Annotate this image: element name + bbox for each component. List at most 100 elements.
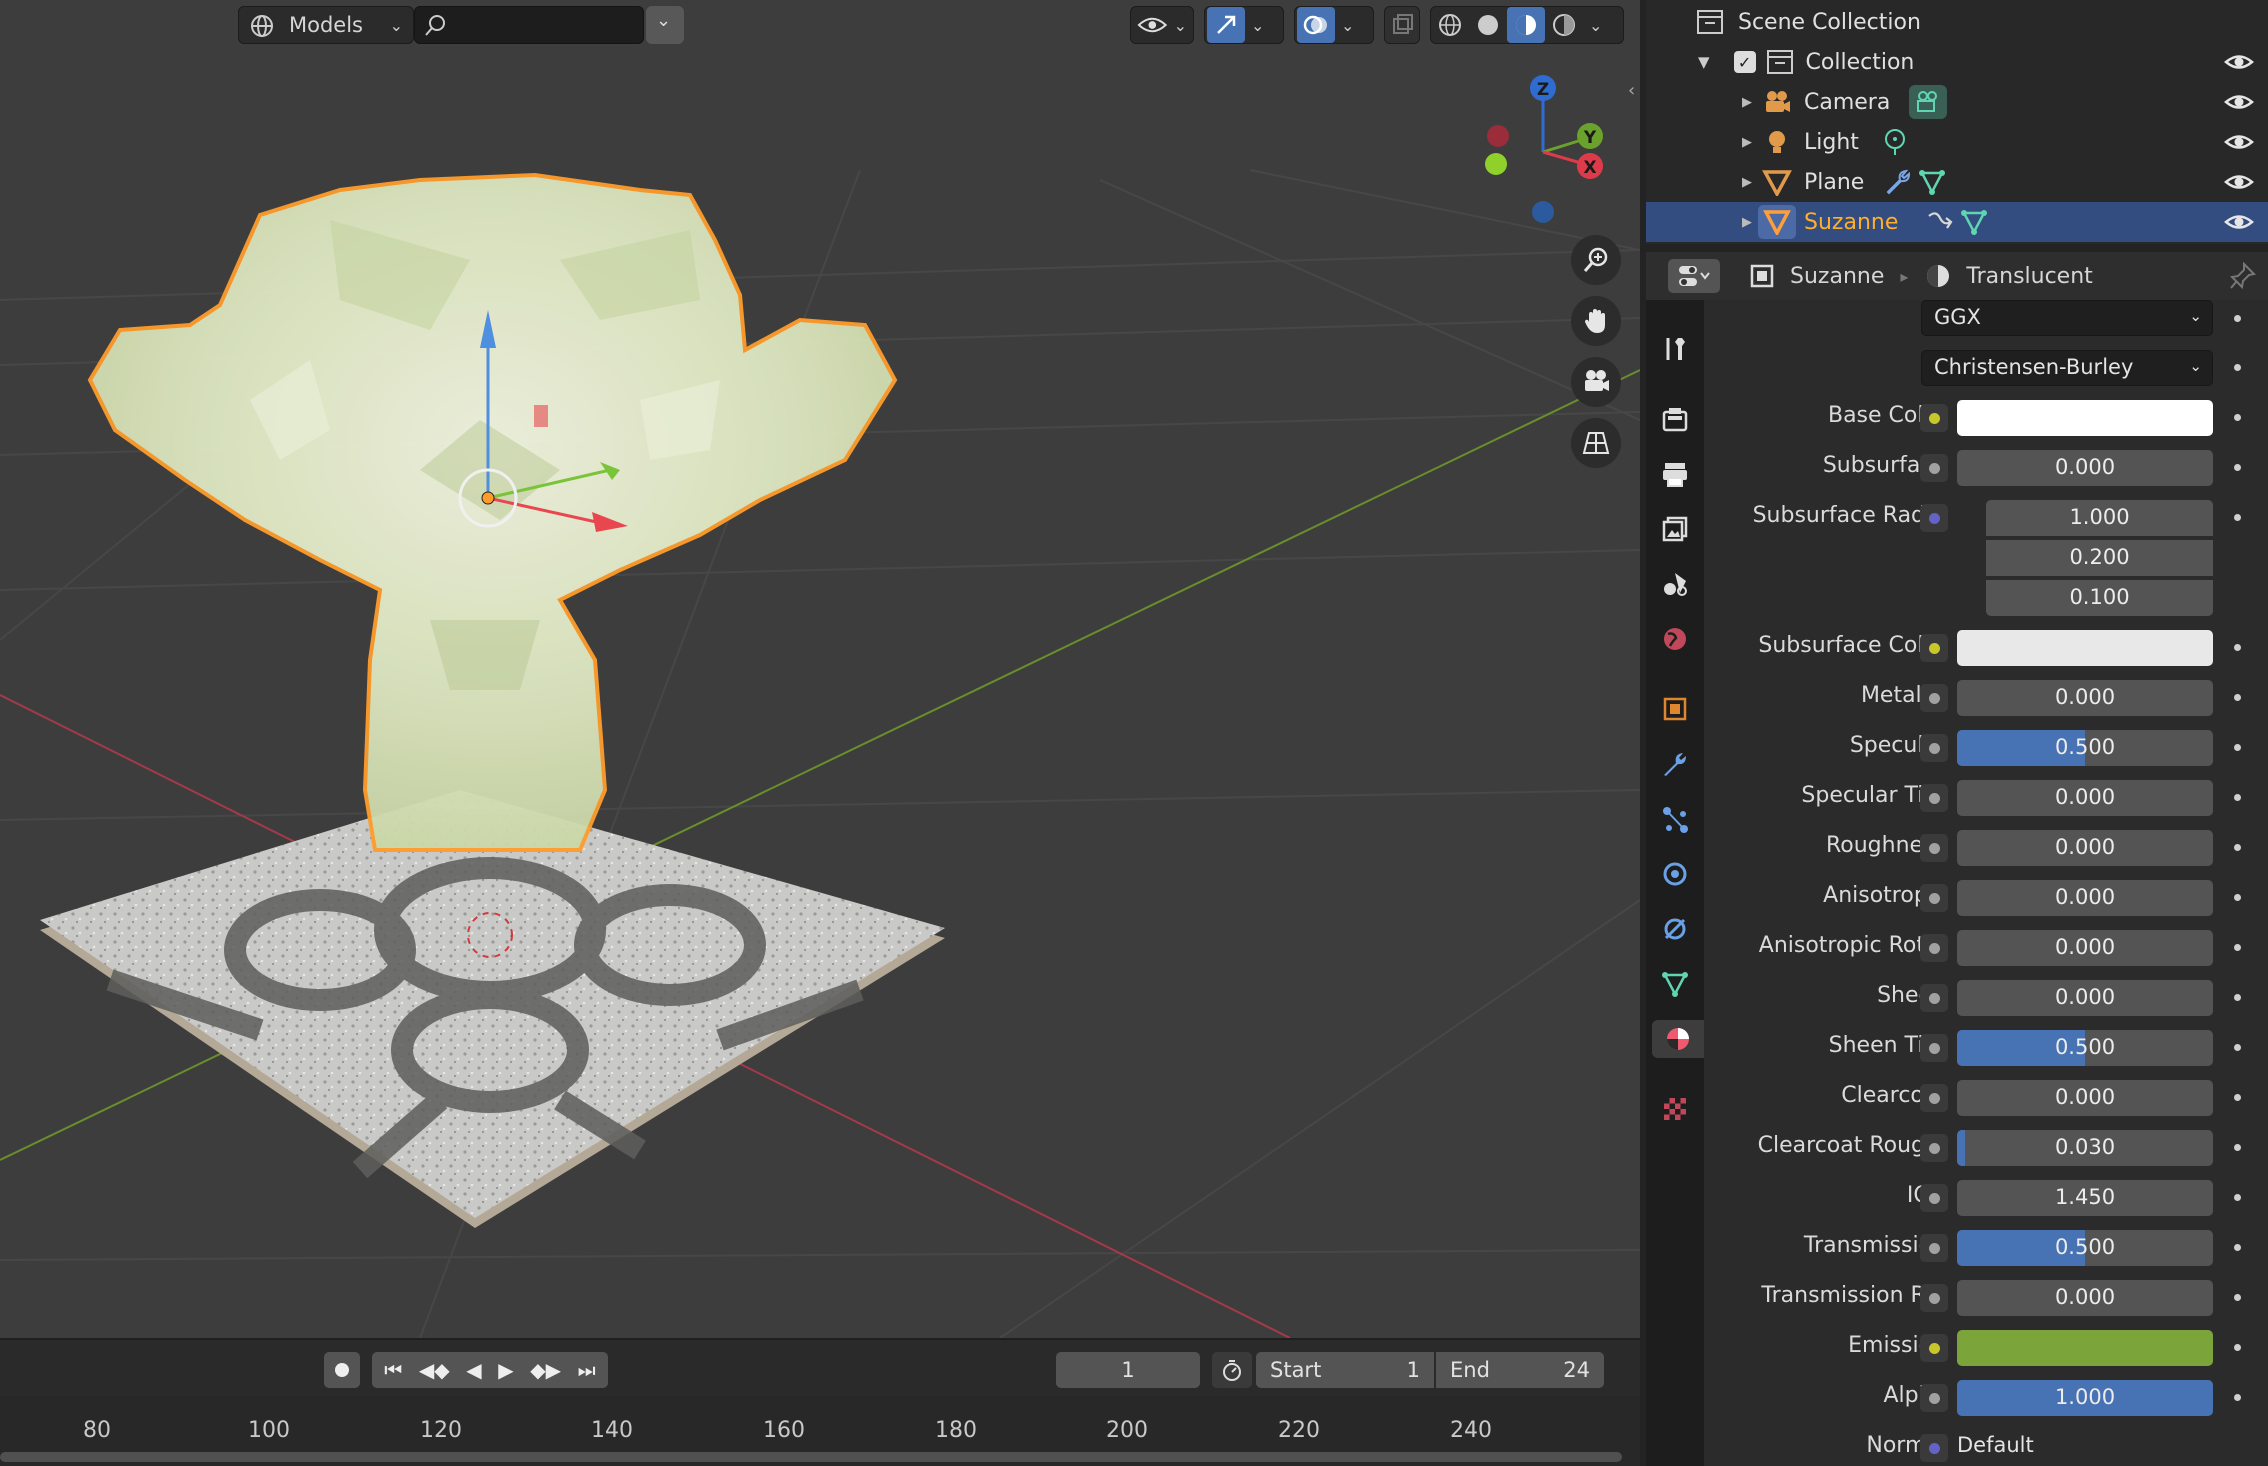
xray-toggle[interactable] bbox=[1384, 6, 1420, 44]
outliner-item-light[interactable]: ▶ Light bbox=[1646, 122, 2268, 162]
socket-button[interactable] bbox=[1920, 454, 1948, 482]
keyframe-dot[interactable] bbox=[2234, 1094, 2241, 1101]
socket-button[interactable] bbox=[1920, 1384, 1948, 1412]
collapse-arrow-icon[interactable]: ‹ bbox=[1628, 80, 1635, 101]
render-tab-icon[interactable] bbox=[1656, 400, 1694, 438]
search-dropdown-button[interactable]: ⌄ bbox=[646, 6, 684, 44]
keyframe-dot[interactable] bbox=[2234, 364, 2241, 371]
value-slider[interactable]: 0.000 bbox=[1957, 780, 2213, 816]
jump-end-icon[interactable]: ⏭ bbox=[578, 1358, 596, 1382]
solid-shading-icon[interactable] bbox=[1469, 7, 1507, 43]
socket-button[interactable] bbox=[1920, 634, 1948, 662]
socket-button[interactable] bbox=[1920, 784, 1948, 812]
subsurface-method-select[interactable]: Christensen-Burley ⌄ bbox=[1921, 350, 2213, 386]
gizmo-toggle[interactable]: ⌄ bbox=[1204, 6, 1284, 44]
perspective-toggle-button[interactable] bbox=[1571, 418, 1621, 468]
socket-button[interactable] bbox=[1920, 1434, 1948, 1462]
keyframe-dot[interactable] bbox=[2234, 1394, 2241, 1401]
outliner-item-camera[interactable]: ▶ Camera bbox=[1646, 82, 2268, 122]
keyframe-dot[interactable] bbox=[2234, 1144, 2241, 1151]
keyframe-dot[interactable] bbox=[2234, 994, 2241, 1001]
start-frame-field[interactable]: Start 1 bbox=[1256, 1352, 1434, 1388]
socket-button[interactable] bbox=[1920, 1234, 1948, 1262]
socket-button[interactable] bbox=[1920, 684, 1948, 712]
expand-arrow-icon[interactable]: ▼ bbox=[1698, 53, 1710, 71]
socket-button[interactable] bbox=[1920, 1084, 1948, 1112]
value-slider[interactable]: 0.000 bbox=[1957, 1080, 2213, 1116]
color-swatch[interactable] bbox=[1957, 630, 2213, 666]
wrench-icon[interactable] bbox=[1884, 168, 1912, 196]
keyframe-dot[interactable] bbox=[2234, 794, 2241, 801]
eye-icon[interactable] bbox=[2224, 51, 2254, 73]
keyframe-dot[interactable] bbox=[2234, 694, 2241, 701]
mesh-data-tab-icon[interactable] bbox=[1656, 965, 1694, 1003]
distribution-select[interactable]: GGX ⌄ bbox=[1921, 300, 2213, 336]
record-button[interactable] bbox=[324, 1352, 360, 1388]
rendered-shading-icon[interactable] bbox=[1545, 7, 1583, 43]
expand-arrow-icon[interactable]: ▶ bbox=[1742, 135, 1752, 150]
value-slider[interactable]: 0.000 bbox=[1957, 1280, 2213, 1316]
socket-button[interactable] bbox=[1920, 834, 1948, 862]
jump-start-icon[interactable]: ⏮ bbox=[384, 1358, 402, 1382]
eye-icon[interactable] bbox=[2224, 171, 2254, 193]
vector-component-field[interactable]: 1.000 bbox=[1986, 500, 2213, 536]
value-slider[interactable]: 0.500 bbox=[1957, 1030, 2213, 1066]
view-layer-tab-icon[interactable] bbox=[1656, 510, 1694, 548]
keyframe-dot[interactable] bbox=[2234, 414, 2241, 421]
texture-tab-icon[interactable] bbox=[1656, 1090, 1694, 1128]
vector-component-field[interactable]: 0.100 bbox=[1986, 580, 2213, 616]
outliner-item-plane[interactable]: ▶ Plane bbox=[1646, 162, 2268, 202]
keyframe-dot[interactable] bbox=[2234, 894, 2241, 901]
color-swatch[interactable] bbox=[1957, 400, 2213, 436]
auto-keying-toggle[interactable] bbox=[1212, 1352, 1252, 1388]
next-keyframe-icon[interactable]: ◆▶ bbox=[530, 1358, 561, 1382]
value-slider[interactable]: 0.000 bbox=[1957, 680, 2213, 716]
scene-collection-row[interactable]: Scene Collection bbox=[1646, 2, 2268, 42]
keyframe-dot[interactable] bbox=[2234, 1044, 2241, 1051]
camera-data-icon[interactable] bbox=[1908, 84, 1948, 120]
output-tab-icon[interactable] bbox=[1656, 455, 1694, 493]
value-slider[interactable]: 1.450 bbox=[1957, 1180, 2213, 1216]
tool-tab-icon[interactable] bbox=[1656, 330, 1694, 368]
timeline-scrollbar[interactable] bbox=[0, 1452, 1622, 1462]
modifier-icon[interactable] bbox=[1926, 208, 1954, 236]
value-slider[interactable]: 1.000 bbox=[1957, 1380, 2213, 1416]
3d-viewport[interactable]: Z Y X Models ⌄ ⌄ ⌄ ⌄ ⌄ ⌄ ‹ bbox=[0, 0, 1640, 1338]
material-tab-icon[interactable] bbox=[1652, 1020, 1704, 1058]
play-icon[interactable]: ▶ bbox=[498, 1358, 513, 1382]
wireframe-shading-icon[interactable] bbox=[1431, 7, 1469, 43]
object-tab-icon[interactable] bbox=[1656, 690, 1694, 728]
keyframe-dot[interactable] bbox=[2234, 744, 2241, 751]
socket-button[interactable] bbox=[1920, 884, 1948, 912]
outliner-item-suzanne[interactable]: ▶ Suzanne bbox=[1646, 202, 2268, 242]
keyframe-dot[interactable] bbox=[2234, 1344, 2241, 1351]
scene-tab-icon[interactable] bbox=[1656, 565, 1694, 603]
keyframe-dot[interactable] bbox=[2234, 844, 2241, 851]
keyframe-dot[interactable] bbox=[2234, 644, 2241, 651]
light-data-icon[interactable] bbox=[1881, 127, 1909, 157]
prev-keyframe-icon[interactable]: ◀◆ bbox=[419, 1358, 450, 1382]
search-input[interactable] bbox=[414, 6, 644, 44]
outliner[interactable]: Scene Collection ▼ ✓ Collection ▶ Camera… bbox=[1646, 0, 2268, 244]
property-text-value[interactable]: Default bbox=[1957, 1433, 2034, 1457]
value-slider[interactable]: 0.030 bbox=[1957, 1130, 2213, 1166]
visibility-dropdown[interactable]: ⌄ bbox=[1130, 6, 1194, 44]
eye-icon[interactable] bbox=[2224, 131, 2254, 153]
socket-button[interactable] bbox=[1920, 984, 1948, 1012]
socket-button[interactable] bbox=[1920, 934, 1948, 962]
socket-button[interactable] bbox=[1920, 1184, 1948, 1212]
plane-object[interactable] bbox=[40, 790, 945, 1228]
pin-icon[interactable] bbox=[2230, 262, 2256, 290]
playback-controls[interactable]: ⏮ ◀◆ ◀ ▶ ◆▶ ⏭ bbox=[372, 1352, 608, 1388]
material-properties-panel[interactable]: GGX ⌄ Christensen-Burley ⌄ Base Color Subsu… bbox=[1704, 300, 2268, 1466]
zoom-button[interactable] bbox=[1571, 235, 1621, 285]
constraints-tab-icon[interactable] bbox=[1656, 910, 1694, 948]
value-slider[interactable]: 0.500 bbox=[1957, 1230, 2213, 1266]
socket-button[interactable] bbox=[1920, 1284, 1948, 1312]
keyframe-dot[interactable] bbox=[2234, 1294, 2241, 1301]
overlay-toggle[interactable]: ⌄ bbox=[1294, 6, 1374, 44]
collection-row[interactable]: ▼ ✓ Collection bbox=[1646, 42, 2268, 82]
keyframe-dot[interactable] bbox=[2234, 1194, 2241, 1201]
checkbox-icon[interactable]: ✓ bbox=[1733, 51, 1756, 73]
expand-arrow-icon[interactable]: ▶ bbox=[1742, 95, 1752, 110]
